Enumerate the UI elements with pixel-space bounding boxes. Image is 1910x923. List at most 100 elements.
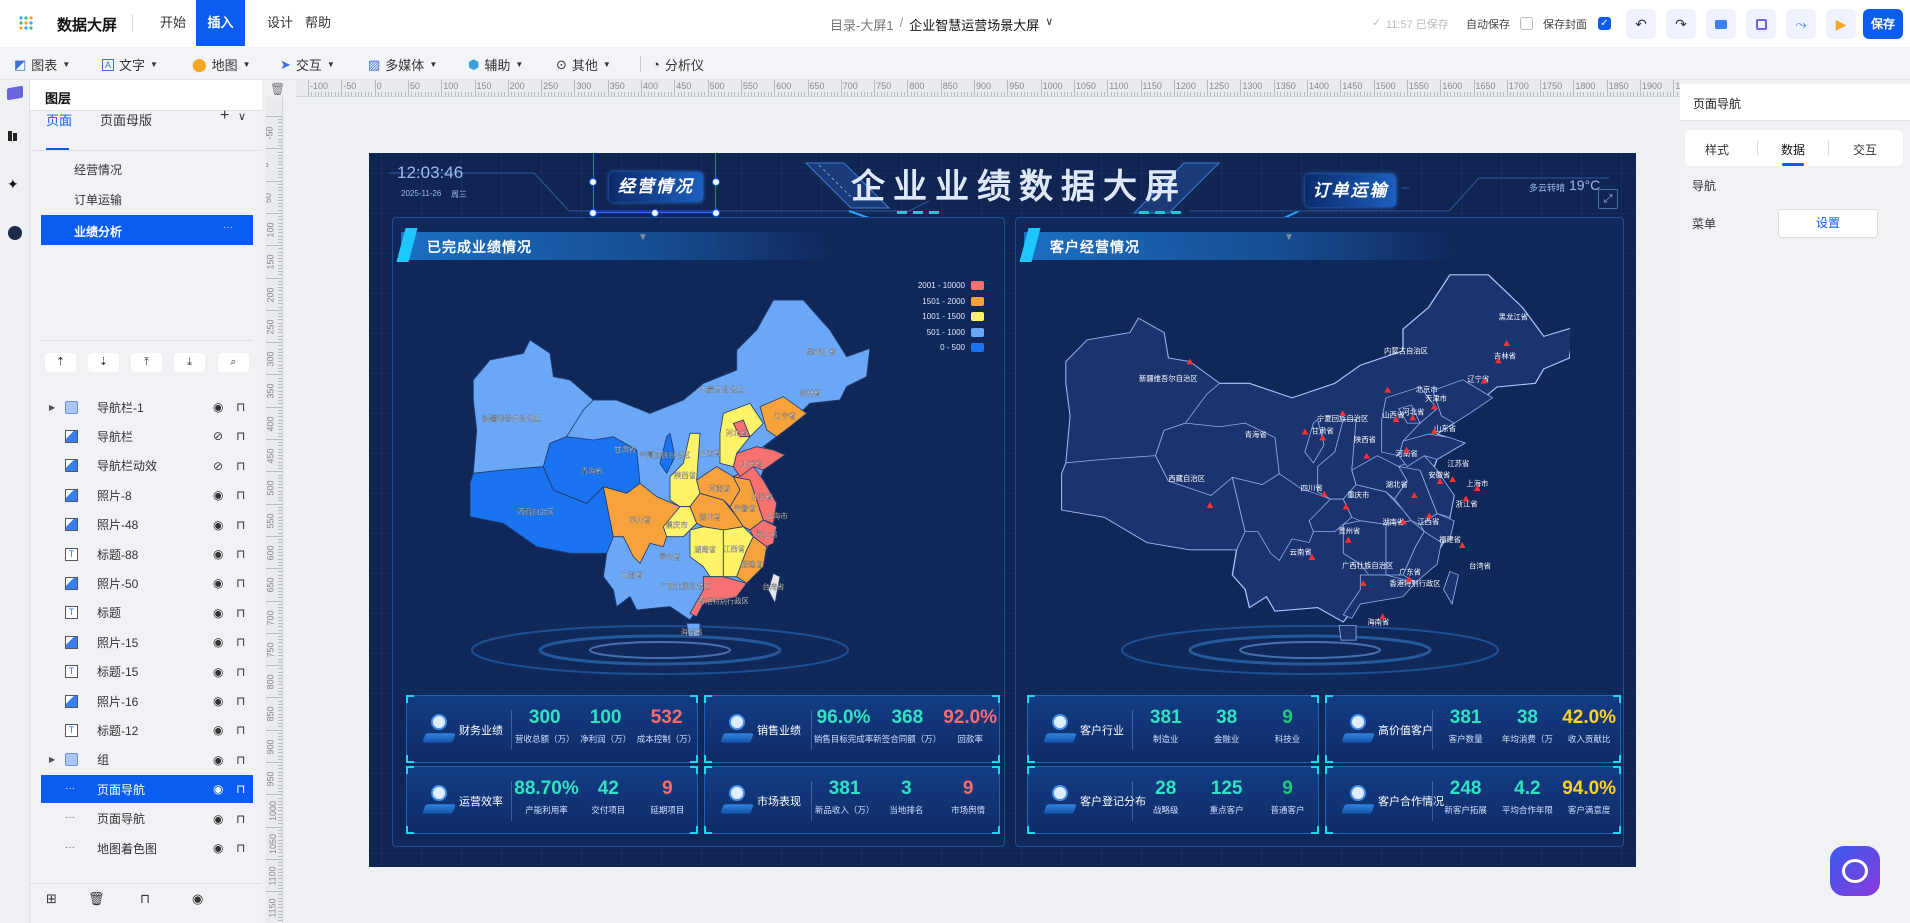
toolbar-other[interactable]: ⊙ 其他 ▼ xyxy=(556,55,611,74)
expand-icon[interactable]: ⤢ xyxy=(1598,189,1618,209)
trash-icon[interactable]: 🗑 xyxy=(270,82,285,96)
components-icon[interactable] xyxy=(8,131,12,141)
layer-row[interactable]: 照片-16 ◉ ⊓ xyxy=(41,687,253,715)
unlock-icon[interactable]: ⊓ xyxy=(236,488,245,502)
chevron-down-icon[interactable]: ∨ xyxy=(238,110,246,123)
move-top-icon[interactable]: ⤒ xyxy=(131,353,162,372)
search-icon[interactable]: ⌕ xyxy=(218,353,249,372)
layer-row[interactable]: ··· 页面导航 ◉ ⊓ xyxy=(41,775,253,804)
unlock-icon[interactable]: ⊓ xyxy=(236,812,245,826)
autosave-checkbox[interactable] xyxy=(1520,17,1533,30)
move-bottom-icon[interactable]: ⤓ xyxy=(174,353,205,372)
eye-icon[interactable]: ◉ xyxy=(213,723,223,737)
eye-icon[interactable]: ◉ xyxy=(213,753,223,767)
trash-icon[interactable]: 🗑 xyxy=(88,891,105,907)
toolbar-chart[interactable]: ◩ 图表 ▼ xyxy=(14,55,70,74)
eye-off-icon[interactable]: ⊘ xyxy=(213,429,223,443)
layer-row[interactable]: T 标题 ◉ ⊓ xyxy=(41,599,253,627)
layer-row[interactable]: ▶ 组 ◉ ⊓ xyxy=(41,746,253,774)
layers-icon[interactable] xyxy=(7,85,23,101)
toolbar-analyzer[interactable]: ◔ 分析仪 xyxy=(652,55,704,74)
move-up-icon[interactable]: ⇡ xyxy=(45,353,76,372)
location-marker-icon[interactable] xyxy=(1379,613,1386,620)
resize-handle[interactable] xyxy=(589,209,597,217)
tab-pages[interactable]: 页面 xyxy=(46,110,72,129)
toolbar-text[interactable]: A 文字 ▼ xyxy=(102,55,158,74)
layer-row[interactable]: T 标题-88 ◉ ⊓ xyxy=(41,540,253,568)
layer-row[interactable]: ··· 页面导航 ◉ ⊓ xyxy=(41,805,253,833)
toolbar-helper[interactable]: ⬢ 辅助 ▼ xyxy=(468,55,523,74)
expand-arrow-icon[interactable]: ▶ xyxy=(49,755,55,764)
app-grid-icon[interactable] xyxy=(18,15,34,31)
expand-arrow-icon[interactable]: ▶ xyxy=(49,403,55,412)
unlock-icon[interactable]: ⊓ xyxy=(236,547,245,561)
eye-icon[interactable]: ◉ xyxy=(213,635,223,649)
unlock-icon[interactable]: ⊓ xyxy=(236,841,245,855)
location-marker-icon[interactable] xyxy=(1449,476,1456,482)
fullscreen-icon[interactable] xyxy=(1746,9,1776,39)
new-folder-icon[interactable]: ⊞ xyxy=(46,891,57,907)
eye-icon[interactable]: ◉ xyxy=(213,488,223,502)
menu-insert[interactable]: 插入 xyxy=(196,0,245,46)
dashboard-canvas[interactable]: 12:03:46 2025-11-26 周三 经营情况 企业业绩数据大屏 订单运… xyxy=(369,153,1636,867)
resize-handle[interactable] xyxy=(712,178,720,186)
ai-assistant-button[interactable] xyxy=(1830,846,1880,896)
province-hainan[interactable] xyxy=(1338,625,1357,641)
unlock-icon[interactable]: ⊓ xyxy=(236,723,245,737)
breadcrumb-current[interactable]: 企业智慧运营场景大屏 xyxy=(909,15,1039,34)
eye-off-icon[interactable]: ⊘ xyxy=(213,459,223,473)
layer-row[interactable]: T 标题-15 ◉ ⊓ xyxy=(41,658,253,686)
preview-screen-icon[interactable] xyxy=(1706,9,1736,39)
unlock-icon[interactable]: ⊓ xyxy=(236,753,245,767)
eye-icon[interactable]: ◉ xyxy=(213,694,223,708)
move-down-icon[interactable]: ⇣ xyxy=(88,353,119,372)
chevron-down-icon[interactable]: ∨ xyxy=(1045,15,1053,34)
eye-icon[interactable]: ◉ xyxy=(213,576,223,590)
lock-icon[interactable]: ⊓ xyxy=(140,891,150,907)
layer-row[interactable]: 照片-48 ◉ ⊓ xyxy=(41,511,253,539)
menu-settings-button[interactable]: 设置 xyxy=(1778,209,1878,238)
eye-icon[interactable]: ◉ xyxy=(192,891,203,907)
choropleth-map[interactable]: 黑龙江省吉林省 内蒙古自治区辽宁省 新疆维吾尔自治区河北省甘肃省宁夏回族自治区 山西省… xyxy=(470,290,870,640)
toolbar-interaction[interactable]: ➤ 交互 ▼ xyxy=(280,55,335,74)
eye-icon[interactable]: ◉ xyxy=(213,841,223,855)
unlock-icon[interactable]: ⊓ xyxy=(236,665,245,679)
layer-row[interactable]: ··· 地图着色图 ◉ ⊓ xyxy=(41,834,253,862)
unlock-icon[interactable]: ⊓ xyxy=(236,459,245,473)
tab-interaction[interactable]: 交互 xyxy=(1853,141,1877,158)
magic-wand-icon[interactable]: ✦ xyxy=(7,176,19,193)
pie-chart-icon[interactable] xyxy=(8,226,22,240)
tab-style[interactable]: 样式 xyxy=(1705,141,1729,158)
tab-data[interactable]: 数据 xyxy=(1781,141,1805,158)
customer-map[interactable]: 黑龙江省吉林省内蒙古自治区辽宁省新疆维吾尔自治区北京市天津市宁夏回族自治区 山西省… xyxy=(1050,270,1570,650)
unlock-icon[interactable]: ⊓ xyxy=(236,606,245,620)
unlock-icon[interactable]: ⊓ xyxy=(236,782,245,796)
unlock-icon[interactable]: ⊓ xyxy=(236,400,245,414)
more-icon[interactable]: ··· xyxy=(223,222,233,233)
menu-start[interactable]: 开始 xyxy=(150,0,196,46)
nav-button-orders[interactable]: 订单运输 xyxy=(1305,174,1396,207)
location-marker-icon[interactable] xyxy=(1462,495,1470,502)
layer-row[interactable]: ▶ 导航栏-1 ◉ ⊓ xyxy=(41,393,253,421)
toolbar-map[interactable]: ⬤ 地图 ▼ xyxy=(192,55,251,74)
layer-row[interactable]: 导航栏动效 ⊘ ⊓ xyxy=(41,452,253,480)
tab-page-masters[interactable]: 页面母版 xyxy=(100,110,152,129)
eye-icon[interactable]: ◉ xyxy=(213,665,223,679)
eye-icon[interactable]: ◉ xyxy=(213,606,223,620)
eye-icon[interactable]: ◉ xyxy=(213,400,223,414)
undo-icon[interactable]: ↶ xyxy=(1626,9,1656,39)
resize-handle[interactable] xyxy=(651,209,659,217)
play-icon[interactable]: ▶ xyxy=(1826,9,1856,39)
unlock-icon[interactable]: ⊓ xyxy=(236,635,245,649)
layer-row[interactable]: 照片-15 ◉ ⊓ xyxy=(41,628,253,656)
layer-row[interactable]: 照片-8 ◉ ⊓ xyxy=(41,481,253,509)
layer-row[interactable]: 导航栏 ⊘ ⊓ xyxy=(41,422,253,450)
eye-icon[interactable]: ◉ xyxy=(213,782,223,796)
page-item[interactable]: 订单运输 xyxy=(74,191,122,208)
unlock-icon[interactable]: ⊓ xyxy=(236,694,245,708)
redo-icon[interactable]: ↷ xyxy=(1666,9,1696,39)
toolbar-media[interactable]: ▨ 多媒体 ▼ xyxy=(368,55,437,74)
eye-icon[interactable]: ◉ xyxy=(213,547,223,561)
layer-row[interactable]: 照片-50 ◉ ⊓ xyxy=(41,569,253,597)
selection-box[interactable] xyxy=(589,153,720,217)
